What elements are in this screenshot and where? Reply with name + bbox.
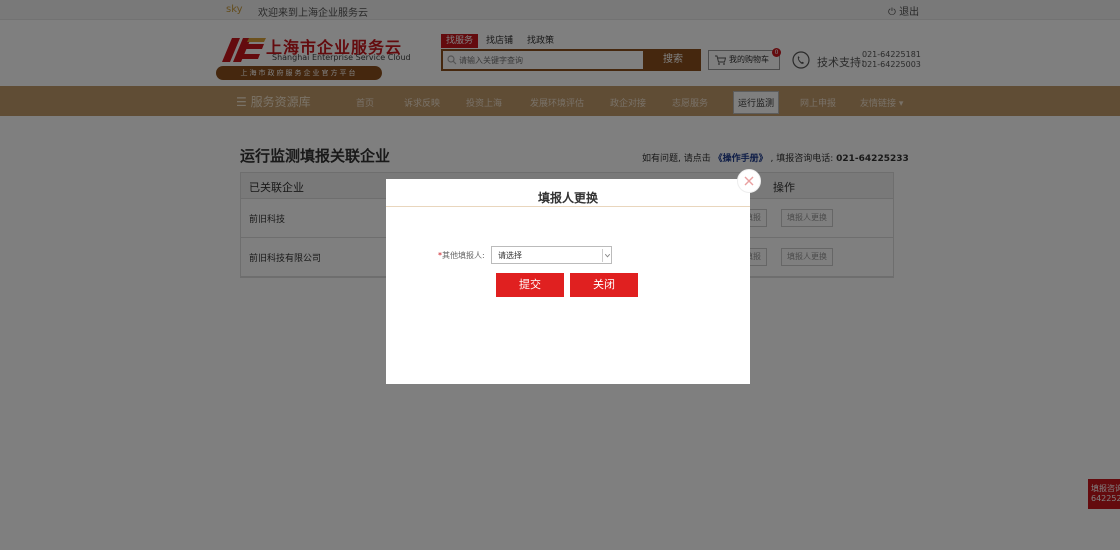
page: sky 欢迎来到上海企业服务云 ⏻ 退出 上海市企业服务云 Shanghai E…	[0, 0, 1120, 550]
select-value: 请选择	[498, 251, 522, 260]
submit-button[interactable]: 提交	[496, 273, 564, 297]
close-icon	[744, 176, 754, 186]
dialog-divider	[386, 206, 750, 207]
dialog-title: 填报人更换	[537, 191, 598, 205]
other-reporter-select[interactable]: 请选择	[491, 246, 612, 264]
close-button[interactable]: 关闭	[570, 273, 638, 297]
other-reporter-label: *其他填报人:	[438, 250, 485, 261]
dialog-close-button[interactable]	[737, 169, 761, 193]
chevron-down-icon	[602, 249, 611, 262]
change-reporter-dialog: 填报人更换 *其他填报人: 请选择 提交 关闭	[386, 169, 761, 384]
other-reporter-label-text: 其他填报人:	[442, 251, 485, 260]
